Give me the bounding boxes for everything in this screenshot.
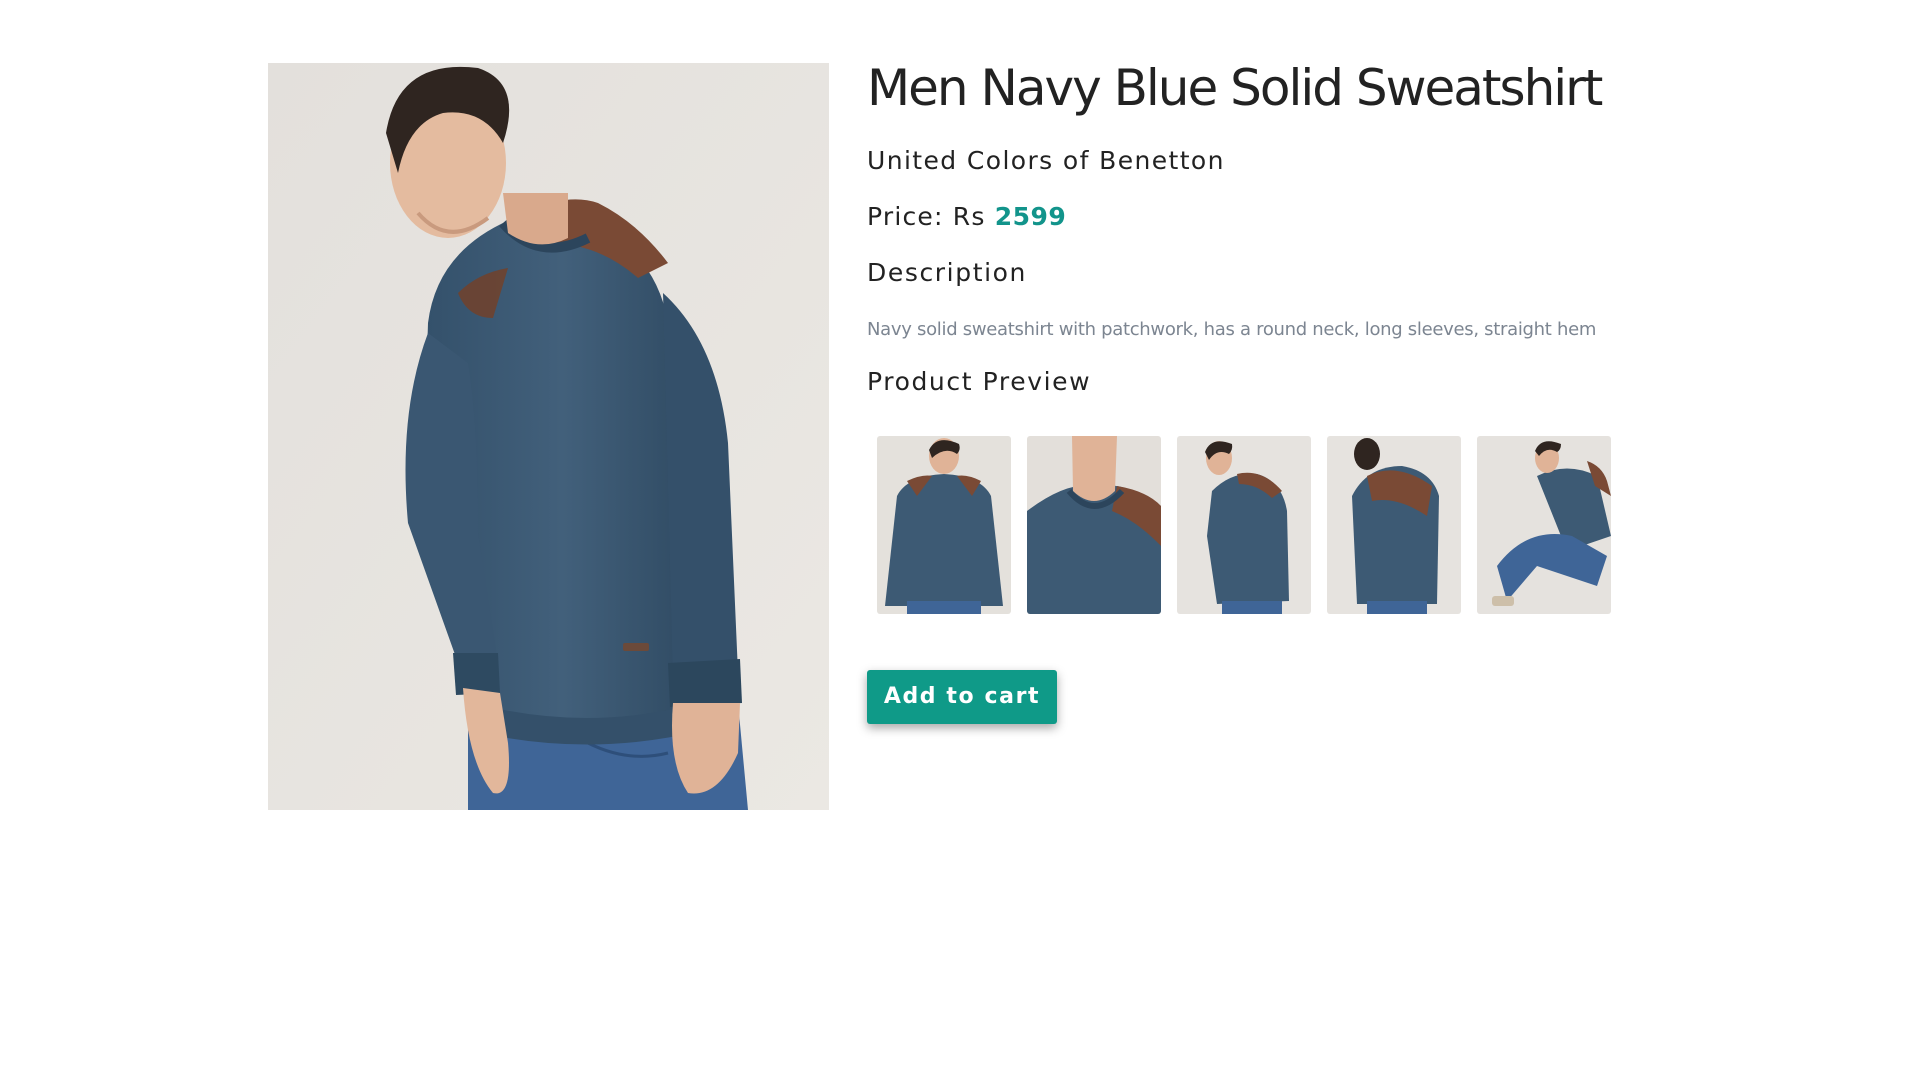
main-product-image [268, 63, 829, 810]
description-text: Navy solid sweatshirt with patchwork, ha… [867, 319, 1597, 340]
preview-thumbnail-seated[interactable] [1477, 436, 1611, 614]
product-page: Men Navy Blue Solid Sweatshirt United Co… [0, 0, 1920, 1080]
preview-thumbnail-neck-closeup[interactable] [1027, 436, 1161, 614]
preview-thumbnail-side[interactable] [1177, 436, 1311, 614]
price-label: Price: Rs [867, 202, 986, 231]
product-title: Men Navy Blue Solid Sweatshirt [867, 59, 1603, 117]
product-price: Price: Rs 2599 [867, 200, 1687, 234]
preview-thumbnail-back[interactable] [1327, 436, 1461, 614]
description-heading: Description [867, 258, 1027, 287]
add-to-cart-button[interactable]: Add to cart [867, 670, 1057, 724]
product-brand: United Colors of Benetton [867, 146, 1225, 175]
product-preview-heading: Product Preview [867, 367, 1092, 396]
preview-thumbnail-front[interactable] [877, 436, 1011, 614]
product-details: Men Navy Blue Solid Sweatshirt United Co… [867, 50, 1687, 724]
price-value: 2599 [994, 202, 1067, 231]
product-preview-thumbnails [877, 436, 1687, 614]
